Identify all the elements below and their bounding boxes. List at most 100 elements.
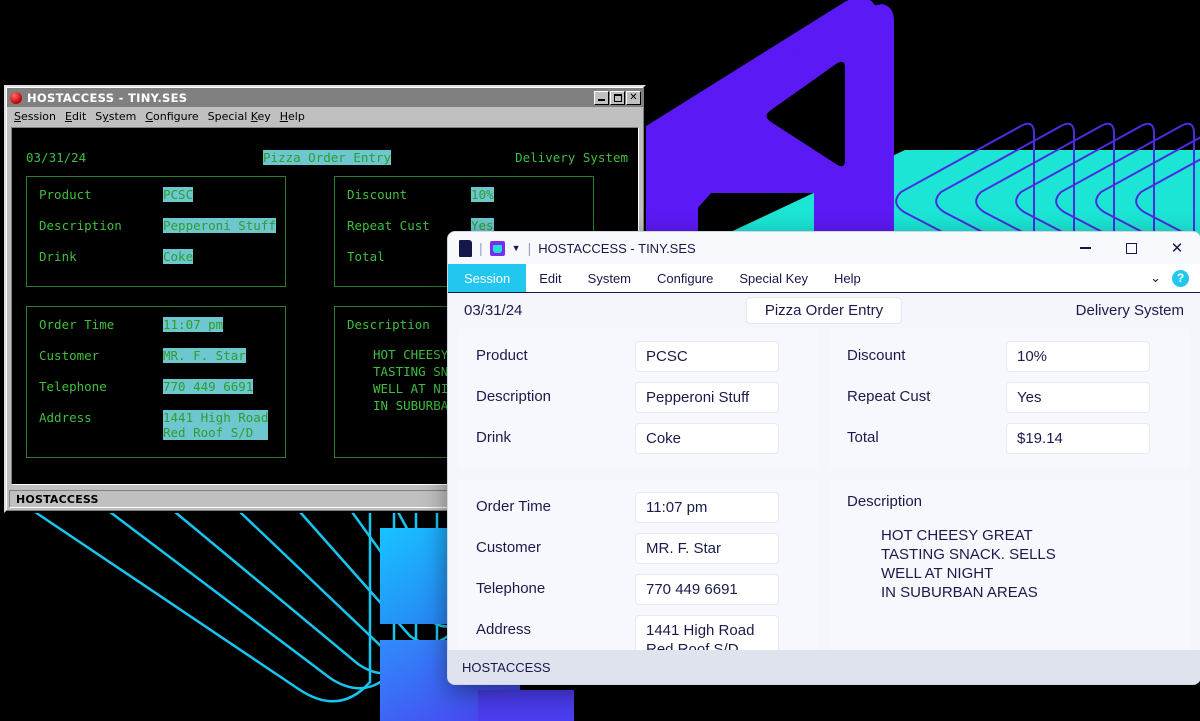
- tab-session[interactable]: Session: [448, 264, 527, 292]
- legacy-date: 03/31/24: [26, 150, 87, 165]
- legacy-value-discount[interactable]: 10%: [471, 187, 494, 202]
- modern-system-label: Delivery System: [1075, 302, 1184, 319]
- legacy-panel-top-left: Product PCSC Description Pepperoni Stuff…: [26, 176, 286, 287]
- label-repeat-cust: Repeat Cust: [847, 388, 931, 405]
- legacy-window-title: HOSTACCESS - TINY.SES: [27, 90, 188, 105]
- modern-hostaccess-window[interactable]: | ▼ | HOSTACCESS - TINY.SES ✕ Session Ed…: [448, 232, 1200, 684]
- label-total: Total: [847, 429, 879, 446]
- legacy-minimize-button[interactable]: [594, 90, 609, 105]
- legacy-menu-special-key[interactable]: Special Key: [208, 110, 271, 123]
- menu-item-special-key[interactable]: Special Key: [726, 264, 821, 292]
- modern-menu-right-group[interactable]: ⌄ ?: [1150, 264, 1200, 292]
- modern-date: 03/31/24: [464, 302, 523, 319]
- label-telephone: Telephone: [476, 580, 546, 597]
- minimize-button[interactable]: [1062, 232, 1108, 264]
- legacy-menu-bar[interactable]: Session Edit System Configure Special Ke…: [6, 108, 644, 125]
- field-repeat-cust[interactable]: Yes: [1007, 383, 1149, 412]
- menu-item-system[interactable]: System: [575, 264, 644, 292]
- legacy-value-product[interactable]: PCSC: [163, 187, 194, 202]
- label-discount: Discount: [847, 347, 906, 364]
- legacy-field-row: Description Pepperoni Stuff: [39, 218, 276, 249]
- form-row-discount: Discount 10%: [847, 342, 1172, 371]
- legacy-value-description[interactable]: Pepperoni Stuff: [163, 218, 276, 233]
- label-customer: Customer: [476, 539, 542, 556]
- modern-screen-title: Pizza Order Entry: [746, 298, 902, 323]
- field-total[interactable]: $19.14: [1007, 424, 1149, 453]
- legacy-label-product: Product: [39, 187, 92, 202]
- chevron-down-icon[interactable]: ⌄: [1150, 270, 1161, 286]
- modern-right-column: Discount 10% Repeat Cust Yes Total $19.1…: [829, 328, 1190, 680]
- close-button[interactable]: ✕: [1154, 232, 1200, 264]
- legacy-label-repeat-cust: Repeat Cust: [347, 218, 430, 233]
- modern-window-title: HOSTACCESS - TINY.SES: [538, 240, 696, 256]
- legacy-label-customer: Customer: [39, 348, 100, 363]
- field-drink[interactable]: Coke: [636, 424, 778, 453]
- legacy-value-address[interactable]: 1441 High Road Red Roof S/D: [163, 410, 269, 440]
- legacy-field-row: Address 1441 High Road Red Roof S/D: [39, 410, 273, 441]
- chevron-down-icon[interactable]: ▼: [512, 243, 521, 253]
- help-icon[interactable]: ?: [1172, 269, 1189, 287]
- field-description[interactable]: Pepperoni Stuff: [636, 383, 778, 412]
- modern-title-bar[interactable]: | ▼ | HOSTACCESS - TINY.SES ✕: [448, 232, 1200, 264]
- label-address: Address: [476, 621, 532, 638]
- divider-glyph: |: [479, 240, 483, 256]
- legacy-menu-system[interactable]: System: [95, 110, 136, 123]
- legacy-menu-session[interactable]: Session: [14, 110, 56, 123]
- legacy-field-row: Customer MR. F. Star: [39, 348, 273, 379]
- label-drink: Drink: [476, 429, 512, 446]
- legacy-window-controls[interactable]: ✕: [594, 90, 641, 105]
- red-circle-icon: [10, 91, 22, 104]
- form-row-drink: Drink Coke: [476, 424, 801, 453]
- legacy-menu-help[interactable]: Help: [280, 110, 305, 123]
- legacy-value-telephone[interactable]: 770 449 6691: [163, 379, 254, 394]
- modern-window-controls[interactable]: ✕: [1062, 232, 1200, 264]
- legacy-maximize-button[interactable]: [610, 90, 625, 105]
- legacy-value-repeat-cust[interactable]: Yes: [471, 218, 494, 233]
- form-row-customer: Customer MR. F. Star: [476, 534, 801, 563]
- menu-item-help[interactable]: Help: [821, 264, 874, 292]
- field-order-time[interactable]: 11:07 pm: [636, 493, 778, 522]
- legacy-value-drink[interactable]: Coke: [163, 249, 194, 264]
- app-icon[interactable]: [489, 240, 505, 256]
- panel-order-totals: Discount 10% Repeat Cust Yes Total $19.1…: [829, 328, 1190, 469]
- form-row-telephone: Telephone 770 449 6691: [476, 575, 801, 604]
- modern-left-column: Product PCSC Description Pepperoni Stuff…: [458, 328, 819, 680]
- form-row-product: Product PCSC: [476, 342, 801, 371]
- legacy-system-label: Delivery System: [515, 150, 628, 165]
- legacy-screen-title: Pizza Order Entry: [263, 150, 391, 165]
- legacy-label-telephone: Telephone: [39, 379, 107, 394]
- legacy-field-row: Discount 10%: [347, 187, 581, 218]
- maximize-button[interactable]: [1108, 232, 1154, 264]
- legacy-title-bar[interactable]: HOSTACCESS - TINY.SES ✕: [7, 88, 643, 107]
- legacy-field-row: Order Time 11:07 pm: [39, 317, 273, 348]
- document-icon: [459, 239, 472, 257]
- modern-status-bar: HOSTACCESS: [448, 650, 1200, 684]
- legacy-value-customer[interactable]: MR. F. Star: [163, 348, 246, 363]
- legacy-label-drink: Drink: [39, 249, 77, 264]
- field-telephone[interactable]: 770 449 6691: [636, 575, 778, 604]
- modern-menu-bar[interactable]: Session Edit System Configure Special Ke…: [448, 264, 1200, 293]
- menu-item-edit[interactable]: Edit: [526, 264, 574, 292]
- legacy-label-address: Address: [39, 410, 92, 425]
- field-product[interactable]: PCSC: [636, 342, 778, 371]
- legacy-menu-edit[interactable]: Edit: [65, 110, 86, 123]
- form-row-order-time: Order Time 11:07 pm: [476, 493, 801, 522]
- label-description: Description: [476, 388, 552, 405]
- modern-status-text: HOSTACCESS: [462, 659, 551, 675]
- form-row-total: Total $19.14: [847, 424, 1172, 453]
- legacy-terminal-header: 03/31/24 Pizza Order Entry Delivery Syst…: [26, 150, 628, 165]
- field-discount[interactable]: 10%: [1007, 342, 1149, 371]
- panel-product-description: Description HOT CHEESY GREAT TASTING SNA…: [829, 479, 1190, 651]
- legacy-field-row: Product PCSC: [39, 187, 273, 218]
- field-customer[interactable]: MR. F. Star: [636, 534, 778, 563]
- legacy-label-description: Description: [39, 218, 122, 233]
- menu-item-configure[interactable]: Configure: [644, 264, 726, 292]
- panel-product-details: Product PCSC Description Pepperoni Stuff…: [458, 328, 819, 469]
- legacy-label-discount: Discount: [347, 187, 408, 202]
- legacy-status-text: HOSTACCESS: [16, 492, 99, 506]
- legacy-close-button[interactable]: ✕: [626, 90, 641, 105]
- legacy-value-order-time[interactable]: 11:07 pm: [163, 317, 224, 332]
- legacy-menu-configure[interactable]: Configure: [145, 110, 198, 123]
- screen-root: HOSTACCESS - TINY.SES ✕ Session Edit Sys…: [0, 0, 1200, 721]
- label-description-panel: Description: [847, 493, 923, 510]
